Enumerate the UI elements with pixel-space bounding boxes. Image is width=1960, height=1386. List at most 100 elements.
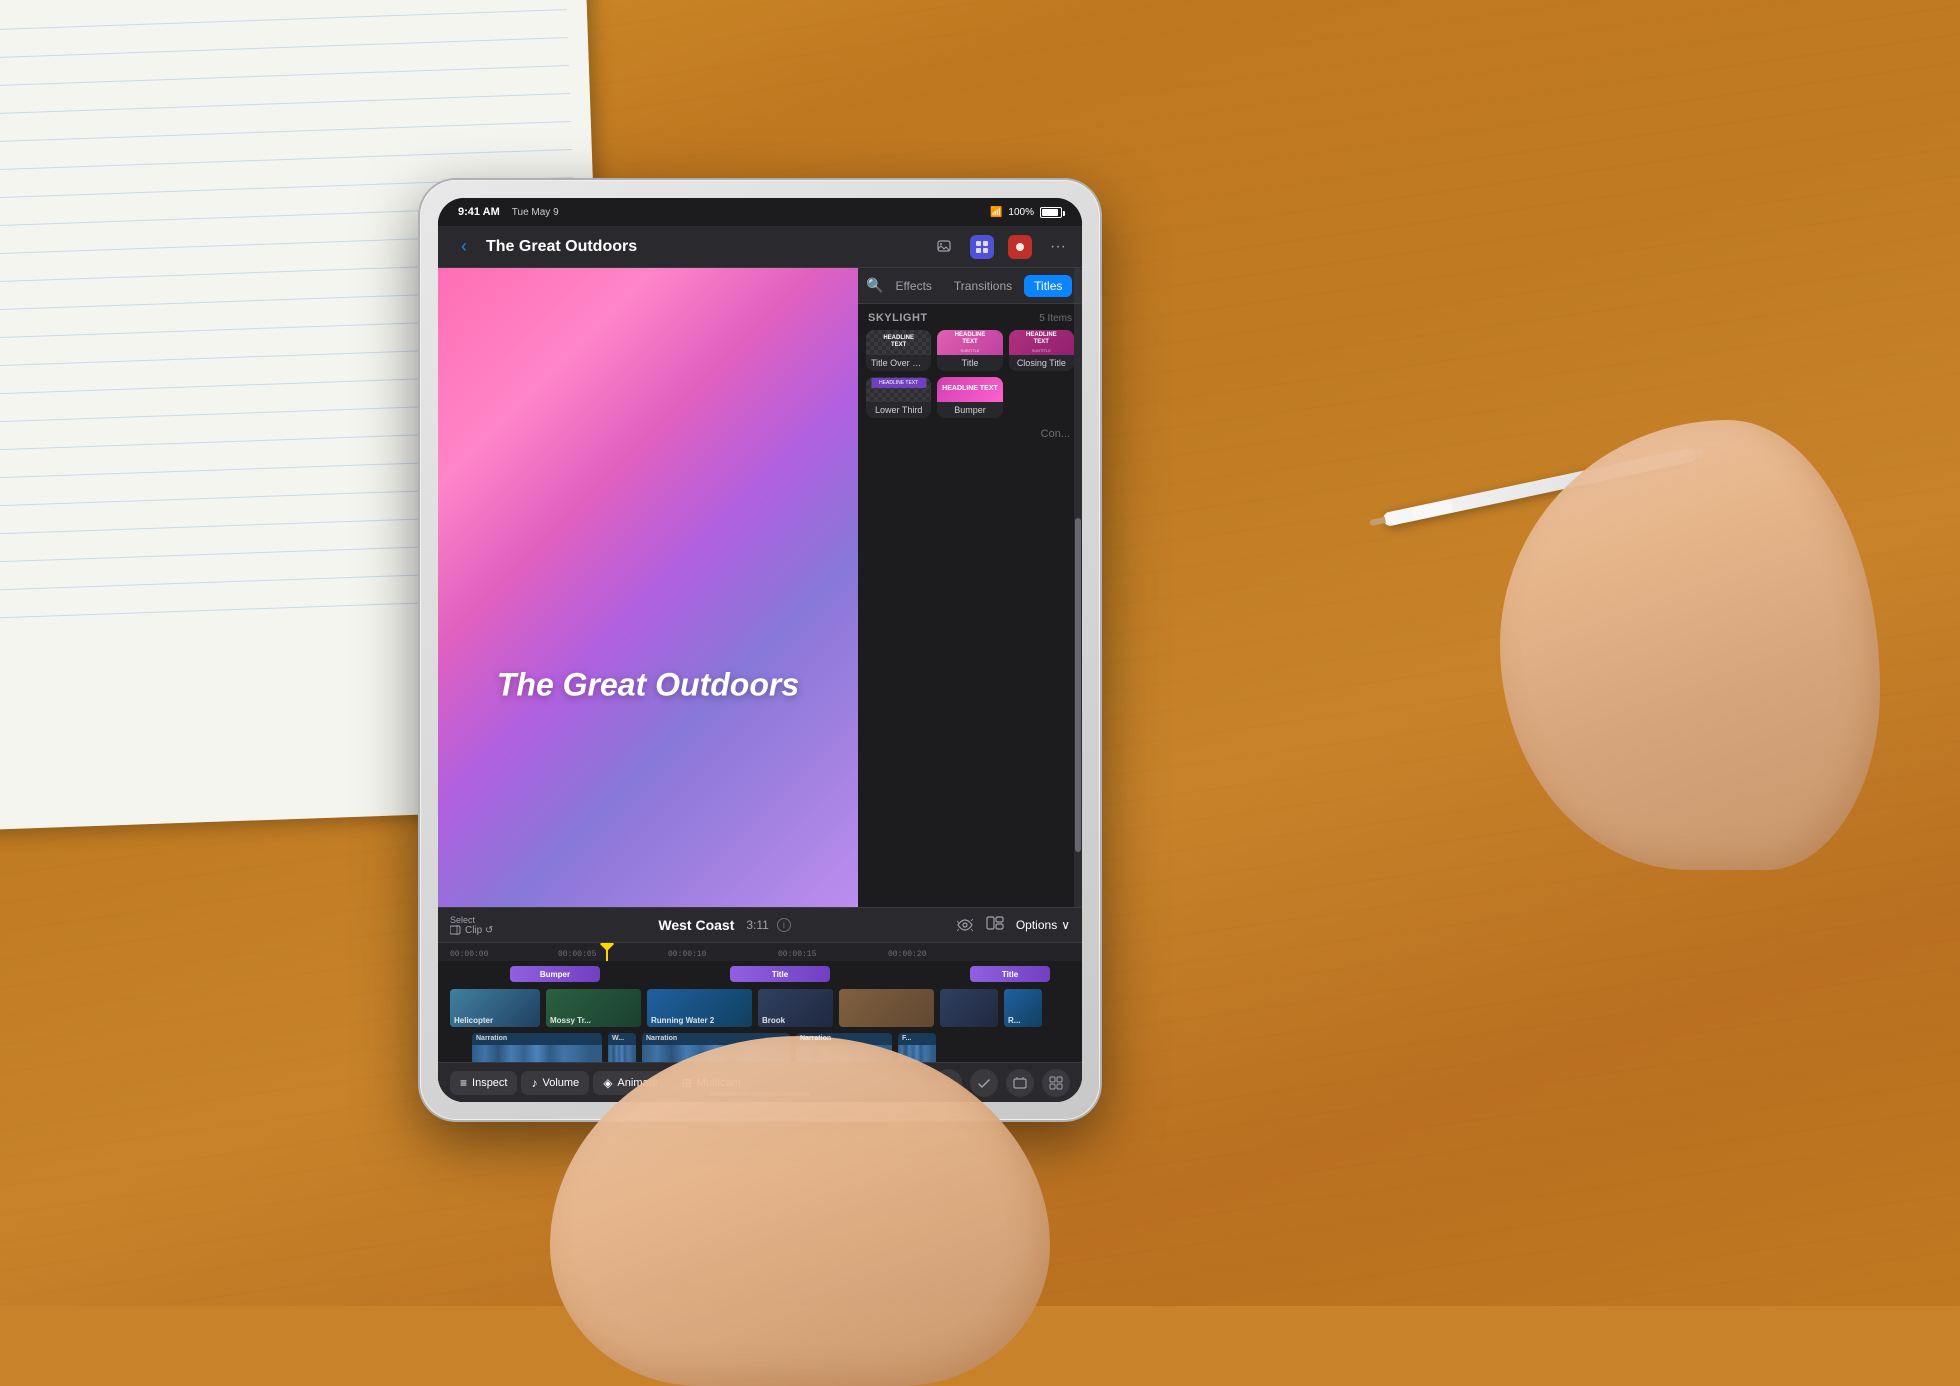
tab-titles[interactable]: Titles [1024, 275, 1072, 297]
title-card-label-4: Lower Third [866, 402, 931, 418]
video-clip-helicopter[interactable]: Helicopter [450, 989, 540, 1027]
imovie-toolbar: ‹ The Great Outdoors [438, 226, 1082, 268]
status-date: Tue May 9 [512, 207, 559, 218]
volume-button[interactable]: ♪ Volume [521, 1071, 589, 1095]
clip-label-7: R... [1008, 1016, 1020, 1025]
photo-icon[interactable] [932, 235, 956, 259]
title-card-label-2: Title [937, 355, 1002, 371]
view-options-icon[interactable] [986, 916, 1004, 935]
ipad: 9:41 AM Tue May 9 📶 100% ‹ The Great Out… [420, 180, 1100, 1120]
timeline-header-right: Options ∨ [956, 916, 1070, 935]
project-title: The Great Outdoors [486, 238, 924, 256]
title-card-preview-3: HEADLINETEXT SUBTITLE [1009, 330, 1074, 355]
title-card-lower-third[interactable]: HEADLINE TEXT Lower Third [866, 377, 931, 418]
options-button[interactable]: Options ∨ [1016, 918, 1070, 932]
status-right: 📶 100% [990, 207, 1062, 218]
audio-clip-narration-1[interactable]: Narration [472, 1033, 602, 1062]
record-icon[interactable] [1008, 235, 1032, 259]
clip-label-mossy: Mossy Tr... [550, 1016, 591, 1025]
clip-thumb-6 [940, 989, 998, 1027]
clip-icon [450, 925, 462, 935]
ipad-body: 9:41 AM Tue May 9 📶 100% ‹ The Great Out… [420, 180, 1100, 1120]
search-button[interactable]: 🔍 [866, 272, 883, 300]
title-track: Bumper Title Title [450, 964, 1070, 984]
video-clip-mossy[interactable]: Mossy Tr... [546, 989, 641, 1027]
title-clip-bumper[interactable]: Bumper [510, 966, 600, 982]
inspect-icon: ≡ [460, 1076, 467, 1090]
ruler-mark-3: 00:00:15 [778, 950, 816, 959]
status-time: 9:41 AM [458, 206, 500, 218]
waveform-1 [472, 1045, 602, 1062]
continue-button[interactable]: Con... [1041, 428, 1070, 440]
clip-gap-3 [754, 989, 756, 1027]
audio-label-2: Narration [646, 1035, 677, 1042]
audio-label-1: Narration [476, 1035, 507, 1042]
title-card-closing-title[interactable]: HEADLINETEXT SUBTITLE Closing Title [1009, 330, 1074, 371]
info-icon[interactable]: i [777, 918, 791, 932]
title-card-preview-2: HEADLINETEXT SUBTITLE [937, 330, 1002, 355]
action-btn-3[interactable] [1006, 1069, 1034, 1097]
clip-gap-2 [643, 989, 645, 1027]
magenta-bg: HEADLINE TEXT [937, 377, 1002, 402]
animate-icon: ◈ [603, 1076, 612, 1090]
title-preview-text-5: HEADLINE TEXT [942, 385, 998, 393]
dark-pink-bg: HEADLINETEXT SUBTITLE [1009, 330, 1074, 355]
clip-thumb-5 [839, 989, 934, 1027]
media-browser-icon[interactable] [970, 235, 994, 259]
title-card-label-5: Bumper [937, 402, 1002, 418]
inspect-label: Inspect [472, 1077, 507, 1089]
title-card-bumper[interactable]: HEADLINE TEXT Bumper [937, 377, 1002, 418]
more-icon[interactable]: ··· [1046, 235, 1070, 259]
title-card-label-3: Closing Title [1009, 355, 1074, 371]
title-card-preview-4: HEADLINE TEXT [866, 377, 931, 402]
title-card-title[interactable]: HEADLINETEXT SUBTITLE Title [937, 330, 1002, 371]
clip-label-brook: Brook [762, 1016, 785, 1025]
title-card-preview-5: HEADLINE TEXT [937, 377, 1002, 402]
video-clip-brook[interactable]: Brook [758, 989, 833, 1027]
tab-transitions[interactable]: Transitions [944, 275, 1022, 297]
eye-sparkle-icon[interactable] [956, 918, 974, 932]
volume-icon: ♪ [531, 1076, 537, 1090]
title-clip-1[interactable]: Title [730, 966, 830, 982]
audio-label-f: F... [902, 1035, 911, 1042]
title-card-title-over-footage[interactable]: HEADLINETEXT Title Over Footage [866, 330, 931, 371]
clip-gap-6 [1000, 989, 1002, 1027]
title-preview-text-1: HEADLINETEXT [883, 335, 914, 349]
ipad-screen: 9:41 AM Tue May 9 📶 100% ‹ The Great Out… [438, 198, 1082, 1102]
section-name: SKYLIGHT [868, 312, 928, 324]
video-clip-5[interactable] [839, 989, 934, 1027]
video-clip-6[interactable] [940, 989, 998, 1027]
volume-label: Volume [542, 1077, 579, 1089]
title-clip-2[interactable]: Title [970, 966, 1050, 982]
battery-icon [1040, 207, 1062, 218]
title-card-preview-1: HEADLINETEXT [866, 330, 931, 355]
action-btn-2[interactable] [970, 1069, 998, 1097]
clip-gap-4 [835, 989, 837, 1027]
lower-third-badge: HEADLINE TEXT [871, 378, 926, 388]
playhead [606, 943, 608, 961]
inspect-button[interactable]: ≡ Inspect [450, 1071, 517, 1095]
video-track: Helicopter Mossy Tr... Running Water 2 [450, 987, 1070, 1029]
toolbar-icons: ··· [932, 235, 1070, 259]
audio-label-3: Narration [800, 1035, 831, 1042]
video-title-overlay: The Great Outdoors [497, 667, 799, 704]
project-name: West Coast [658, 917, 734, 933]
video-gradient [438, 268, 858, 935]
panel-tabs: 🔍 Effects Transitions Titles Backgrounds… [858, 268, 1082, 304]
continue-area: Con... [866, 428, 1074, 440]
audio-label-w: W... [612, 1035, 624, 1042]
back-button[interactable]: ‹ [450, 233, 478, 261]
waveform-w [608, 1045, 636, 1062]
section-count: 5 Items [1039, 313, 1072, 324]
title-card-label-1: Title Over Footage [866, 355, 931, 371]
video-clip-7[interactable]: R... [1004, 989, 1042, 1027]
timeline-header: Select Clip ↺ West Coast 3:11 i [438, 907, 1082, 943]
title-preview-text-2: HEADLINETEXT SUBTITLE [955, 332, 986, 353]
video-clip-water[interactable]: Running Water 2 [647, 989, 752, 1027]
clip-gap-1 [542, 989, 544, 1027]
title-preview-text-3: HEADLINETEXT SUBTITLE [1026, 332, 1057, 353]
action-btn-4[interactable] [1042, 1069, 1070, 1097]
audio-clip-w[interactable]: W... [608, 1033, 636, 1062]
clip-label-water: Running Water 2 [651, 1016, 714, 1025]
tab-effects[interactable]: Effects [885, 275, 941, 297]
